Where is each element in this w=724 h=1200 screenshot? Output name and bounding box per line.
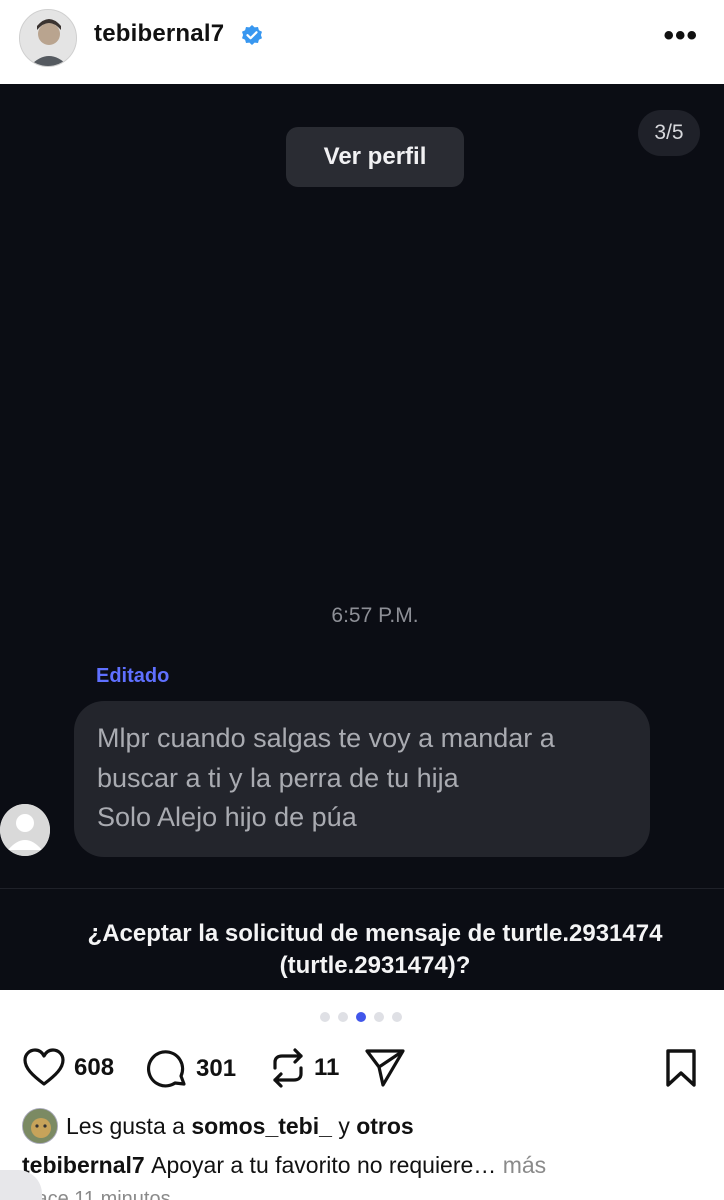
repost-icon (273, 1048, 303, 1088)
likes-and: y (338, 1112, 350, 1139)
post-time: Hace 11 minutos (22, 1188, 171, 1200)
action-bar: 608 301 11 (0, 1040, 724, 1094)
likes-prefix: Les gusta a (66, 1112, 185, 1139)
more-options-icon[interactable]: ••• (663, 21, 698, 51)
message-request-prompt: ¿Aceptar la solicitud de mensaje de turt… (0, 918, 724, 982)
message-bubble: Mlpr cuando salgas te voy a mandar a bus… (74, 701, 650, 857)
carousel-dot-active (356, 1012, 366, 1022)
likes-others[interactable]: otros (356, 1113, 414, 1140)
edited-label: Editado (96, 665, 170, 687)
comment-icon (146, 1050, 186, 1088)
heart-icon (23, 1048, 65, 1086)
carousel-dot (374, 1012, 384, 1022)
like-count: 608 (74, 1054, 115, 1081)
likes-summary[interactable]: Les gusta a somos_tebi_ y otros (22, 1108, 414, 1144)
liker-username[interactable]: somos_tebi_ (191, 1113, 332, 1140)
save-button[interactable] (664, 1048, 698, 1088)
bookmark-icon (666, 1049, 696, 1087)
caption-text: Apoyar a tu favorito no requiere… (151, 1152, 497, 1178)
carousel-indicator (320, 1012, 402, 1022)
comment-button[interactable]: 301 (146, 1048, 236, 1090)
message-timestamp: 6:57 P.M. (331, 604, 419, 627)
caption: tebibernal7 Apoyar a tu favorito no requ… (22, 1152, 546, 1179)
repost-button[interactable]: 11 (270, 1048, 339, 1088)
comment-count: 301 (196, 1055, 237, 1082)
view-profile-button: Ver perfil (286, 127, 464, 187)
post-header: tebibernal7 ••• (0, 0, 724, 84)
send-icon (365, 1049, 405, 1087)
liker-avatar (22, 1108, 58, 1144)
carousel-dot (338, 1012, 348, 1022)
repost-count: 11 (314, 1054, 340, 1081)
divider (0, 888, 724, 889)
caption-more-link[interactable]: más (503, 1152, 546, 1178)
request-line: (turtle.2931474)? (279, 952, 471, 979)
caption-username[interactable]: tebibernal7 (22, 1152, 145, 1178)
image-counter: 3/5 (638, 110, 700, 156)
request-line: ¿Aceptar la solicitud de mensaje de turt… (87, 920, 663, 947)
username[interactable]: tebibernal7 (94, 20, 224, 48)
post-image[interactable]: 3/5 Ver perfil 6:57 P.M. Editado Mlpr cu… (0, 84, 724, 990)
message-line: Solo Alejo hijo de púa (97, 802, 357, 832)
profile-avatar[interactable] (19, 9, 77, 67)
message-line: Mlpr cuando salgas te voy a mandar a (97, 723, 555, 753)
message-line: buscar a ti y la perra de tu hija (97, 762, 459, 793)
verified-badge-icon (242, 25, 262, 45)
carousel-dot (392, 1012, 402, 1022)
sender-avatar-icon (0, 804, 50, 856)
share-button[interactable] (364, 1048, 406, 1088)
like-button[interactable]: 608 (22, 1048, 114, 1088)
carousel-dot (320, 1012, 330, 1022)
